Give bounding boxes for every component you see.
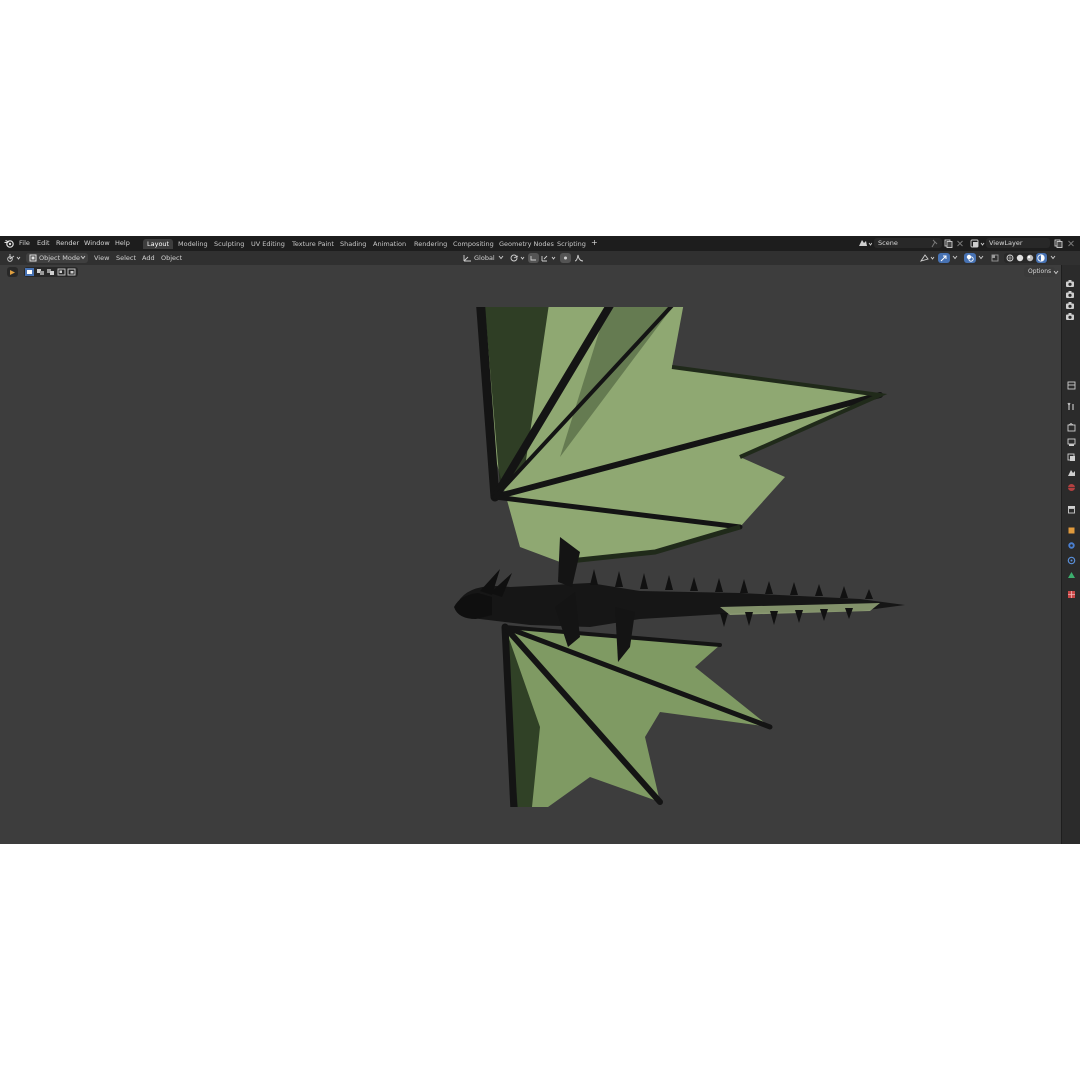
select-subtract-icon[interactable]: [46, 268, 55, 276]
properties-editor-icon[interactable]: [1067, 381, 1076, 390]
select-extend-icon[interactable]: [36, 268, 45, 276]
tool-icon[interactable]: [1067, 402, 1076, 411]
tool-settings-row: Options: [0, 265, 1080, 279]
solid-shading-icon[interactable]: [1016, 254, 1024, 262]
viewport-header: Object Mode View Select Add Object Globa…: [0, 251, 1080, 265]
tab-geometry-nodes[interactable]: Geometry Nodes: [495, 239, 558, 249]
new-scene-icon[interactable]: [944, 239, 953, 248]
blender-window: File Edit Render Window Help Layout Mode…: [0, 236, 1080, 844]
menu-file[interactable]: File: [19, 239, 30, 248]
menu-window[interactable]: Window: [84, 239, 110, 248]
select-new-icon[interactable]: [25, 268, 34, 276]
transform-orientation-icon[interactable]: [463, 254, 472, 262]
tab-texture-paint[interactable]: Texture Paint: [288, 239, 338, 249]
chevron-down-icon: [80, 255, 86, 260]
blender-logo-icon[interactable]: [4, 239, 14, 248]
camera-icon[interactable]: [1065, 290, 1075, 299]
chevron-down-icon[interactable]: [978, 255, 984, 260]
chevron-down-icon[interactable]: [1050, 255, 1056, 260]
world-icon[interactable]: [1067, 483, 1076, 492]
menu-edit[interactable]: Edit: [37, 239, 50, 248]
add-workspace-button[interactable]: +: [591, 238, 598, 247]
pivot-point-icon[interactable]: [510, 253, 526, 263]
scene-icon[interactable]: [858, 239, 872, 248]
gizmo-toggle-icon[interactable]: [919, 253, 937, 263]
view-layer-name: ViewLayer: [989, 239, 1023, 247]
properties-tab-strip: [1062, 265, 1080, 844]
output-icon[interactable]: [1067, 438, 1076, 447]
3d-viewport[interactable]: [0, 279, 1062, 844]
upper-wing-membrane: [484, 307, 880, 562]
camera-icon[interactable]: [1065, 279, 1075, 288]
object-mode-icon: [29, 254, 37, 262]
delete-scene-icon[interactable]: [956, 239, 964, 248]
camera-icon[interactable]: [1065, 301, 1075, 310]
menu-render[interactable]: Render: [56, 239, 79, 248]
top-bar: File Edit Render Window Help Layout Mode…: [0, 236, 1080, 251]
tab-sculpting[interactable]: Sculpting: [210, 239, 248, 249]
viewport-border: [1061, 265, 1062, 844]
proportional-editing-icon: [562, 255, 569, 261]
material-preview-icon[interactable]: [1026, 254, 1034, 262]
tab-uv-editing[interactable]: UV Editing: [247, 239, 289, 249]
data-icon[interactable]: [1067, 571, 1076, 580]
rendered-shading-icon: [1037, 254, 1045, 262]
tab-rendering[interactable]: Rendering: [410, 239, 451, 249]
show-gizmo-icon: [940, 254, 948, 262]
tab-compositing[interactable]: Compositing: [449, 239, 498, 249]
xray-toggle-icon[interactable]: [991, 254, 999, 262]
select-intersect-icon[interactable]: [67, 268, 76, 276]
tab-shading[interactable]: Shading: [336, 239, 370, 249]
dragon-head: [454, 593, 492, 619]
new-view-layer-icon[interactable]: [1054, 239, 1063, 248]
select-invert-icon[interactable]: [57, 268, 66, 276]
transform-orientation-label[interactable]: Global: [474, 253, 495, 263]
snap-target-icon[interactable]: [540, 253, 558, 263]
editor-type-icon[interactable]: [6, 253, 22, 263]
falloff-icon[interactable]: [574, 254, 584, 262]
tab-modeling[interactable]: Modeling: [174, 239, 212, 249]
mode-label: Object Mode: [39, 254, 80, 262]
material-icon[interactable]: [1067, 590, 1076, 599]
menu-view[interactable]: View: [94, 253, 109, 263]
render-icon[interactable]: [1067, 423, 1076, 432]
collection-icon[interactable]: [1067, 505, 1076, 514]
wireframe-shading-icon[interactable]: [1006, 254, 1014, 262]
view-layer-icon[interactable]: [970, 239, 986, 248]
modifier-icon[interactable]: [1067, 541, 1076, 550]
chevron-down-icon[interactable]: [1053, 270, 1059, 275]
menu-select[interactable]: Select: [116, 253, 136, 263]
scene-props-icon[interactable]: [1067, 468, 1076, 477]
dragon-model: [454, 307, 905, 807]
tab-layout[interactable]: Layout: [143, 239, 174, 249]
delete-view-layer-icon[interactable]: [1067, 239, 1075, 248]
object-props-icon[interactable]: [1067, 526, 1076, 535]
view-layer-props-icon[interactable]: [1067, 453, 1076, 462]
menu-object[interactable]: Object: [161, 253, 182, 263]
menu-add[interactable]: Add: [142, 253, 155, 263]
snap-icon: [530, 255, 537, 261]
menu-help[interactable]: Help: [115, 239, 130, 248]
pin-icon[interactable]: [931, 239, 939, 248]
options-button[interactable]: Options: [1024, 267, 1056, 277]
camera-icon[interactable]: [1065, 312, 1075, 321]
tab-scripting[interactable]: Scripting: [553, 239, 590, 249]
scene-name: Scene: [878, 239, 898, 247]
select-cursor-icon: [9, 269, 16, 276]
tab-animation[interactable]: Animation: [369, 239, 410, 249]
chevron-down-icon[interactable]: [952, 255, 958, 260]
physics-icon[interactable]: [1067, 556, 1076, 565]
chevron-down-icon: [498, 255, 504, 260]
overlays-icon: [966, 254, 974, 262]
